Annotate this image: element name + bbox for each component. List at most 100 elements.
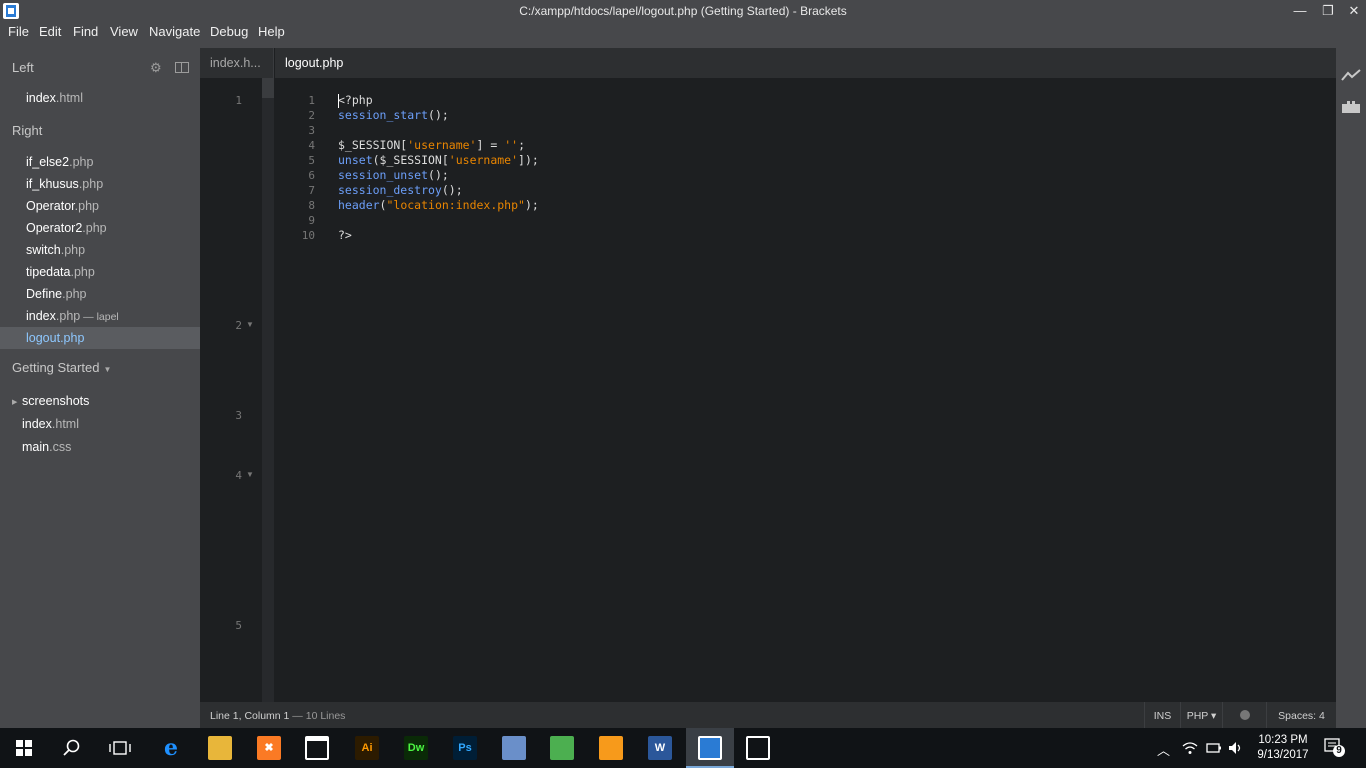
task-view-icon[interactable] — [109, 740, 131, 756]
uc-browser-icon[interactable] — [599, 736, 623, 760]
working-file-item[interactable]: Operator.php — [26, 199, 99, 213]
line-number: 5 — [308, 154, 315, 167]
working-file-item[interactable]: index.html — [26, 91, 83, 105]
menu-debug[interactable]: Debug — [210, 24, 248, 39]
live-preview-icon[interactable] — [1341, 68, 1361, 82]
illustrator-icon[interactable]: Ai — [355, 736, 379, 760]
working-file-item[interactable]: Define.php — [26, 287, 86, 301]
gear-icon[interactable]: ⚙ — [150, 60, 162, 76]
code-token: ]); — [518, 153, 539, 167]
left-editor-pane: index.h... 1 2 ▼ 3 4 ▼ 5 — [200, 48, 274, 702]
photoshop-icon[interactable]: Ps — [453, 736, 477, 760]
code-token: $_SESSION[ — [338, 138, 408, 152]
sublime-text-icon[interactable] — [550, 736, 574, 760]
chevron-down-icon: ▼ — [103, 365, 112, 374]
minimize-button[interactable]: — — [1286, 0, 1314, 22]
menu-edit[interactable]: Edit — [39, 24, 61, 39]
fold-arrow-icon[interactable]: ▼ — [246, 470, 254, 479]
code-line[interactable]: <?php — [338, 93, 373, 107]
menu-navigate[interactable]: Navigate — [149, 24, 200, 39]
brackets-taskbar-icon[interactable] — [698, 736, 722, 760]
tab-left-file[interactable]: index.h... — [200, 48, 273, 78]
code-line[interactable]: session_destroy(); — [338, 183, 463, 197]
code-token: '' — [504, 138, 519, 152]
tree-folder-item[interactable]: screenshots — [22, 394, 89, 408]
menu-find[interactable]: Find — [73, 24, 98, 39]
cursor-position[interactable]: Line 1, Column 1 — 10 Lines — [210, 710, 345, 722]
menu-help[interactable]: Help — [258, 24, 285, 39]
split-view-icon[interactable] — [175, 62, 189, 73]
virtualbox-icon[interactable] — [502, 736, 526, 760]
windows-start-icon[interactable] — [16, 740, 32, 756]
working-file-item[interactable]: switch.php — [26, 243, 85, 257]
code-line[interactable]: unset($_SESSION['username']); — [338, 153, 539, 167]
word-icon[interactable]: W — [648, 736, 672, 760]
code-line[interactable]: $_SESSION['username'] = ''; — [338, 138, 525, 152]
language-select[interactable]: PHP ▾ — [1180, 702, 1222, 728]
working-files-left-heading: Left — [12, 60, 34, 75]
file-explorer-icon[interactable] — [208, 736, 232, 760]
clock-time: 10:23 PM — [1258, 734, 1308, 746]
text-cursor — [338, 94, 339, 108]
insert-mode-toggle[interactable]: INS — [1144, 702, 1180, 728]
fold-arrow-icon[interactable]: ▼ — [246, 320, 254, 329]
working-file-item[interactable]: if_else2.php — [26, 155, 93, 169]
linter-status[interactable] — [1222, 702, 1266, 728]
left-scroll-strip[interactable] — [262, 78, 274, 702]
code-line[interactable]: session_start(); — [338, 108, 449, 122]
code-line[interactable]: header("location:index.php"); — [338, 198, 539, 212]
menu-file[interactable]: File — [8, 24, 29, 39]
wifi-icon[interactable] — [1182, 741, 1198, 755]
main-editor-pane: logout.php 1 2 3 4 5 6 7 8 9 10 <?php se… — [275, 48, 1336, 702]
code-token: unset — [338, 153, 373, 167]
store-icon[interactable] — [305, 736, 329, 760]
code-token: ?> — [338, 228, 352, 242]
xampp-icon[interactable]: ✖ — [257, 736, 281, 760]
working-file-item[interactable]: tipedata.php — [26, 265, 95, 279]
code-token: "location:index.php" — [386, 198, 525, 212]
notification-count: 9 — [1336, 745, 1342, 756]
working-file-item[interactable]: index.php — lapel — [26, 309, 119, 323]
code-token: (); — [441, 183, 463, 197]
line-number: 4 — [235, 469, 242, 482]
right-toolbar — [1336, 48, 1366, 728]
dreamweaver-icon[interactable]: Dw — [404, 736, 428, 760]
line-number: 9 — [308, 214, 315, 227]
menu-view[interactable]: View — [110, 24, 138, 39]
lint-dot-icon — [1239, 710, 1250, 720]
battery-icon[interactable] — [1206, 742, 1222, 754]
notification-center-icon[interactable]: 9 — [1324, 738, 1346, 758]
line-number: 1 — [235, 94, 242, 107]
photos-icon[interactable] — [746, 736, 770, 760]
extension-manager-icon[interactable] — [1341, 100, 1361, 114]
working-file-item[interactable]: if_khusus.php — [26, 177, 103, 191]
code-token: session_start — [338, 108, 429, 122]
indent-setting[interactable]: Spaces: 4 — [1266, 702, 1336, 728]
working-file-item[interactable]: Operator2.php — [26, 221, 107, 235]
left-gutter: 1 2 ▼ 3 4 ▼ 5 — [200, 78, 262, 702]
line-number: 3 — [308, 124, 315, 137]
project-dropdown[interactable]: Getting Started ▼ — [12, 360, 111, 375]
close-button[interactable]: ✕ — [1340, 0, 1366, 22]
code-token: ); — [524, 198, 539, 212]
code-editor[interactable]: 1 2 3 4 5 6 7 8 9 10 <?php session_start… — [275, 78, 1336, 702]
code-line[interactable]: ?> — [338, 228, 352, 242]
chevron-up-icon[interactable]: ︿ — [1157, 740, 1170, 759]
tab-logout-php[interactable]: logout.php — [275, 48, 1336, 78]
taskbar-clock[interactable]: 10:23 PM 9/13/2017 — [1252, 733, 1314, 763]
tree-file-item[interactable]: index.html — [22, 417, 79, 431]
window-title: C:/xampp/htdocs/lapel/logout.php (Gettin… — [519, 4, 847, 18]
windows-taskbar: e ✖ Ai Dw Ps W ︿ 10:23 PM 9/13/2017 9 — [0, 728, 1366, 768]
code-token: (); — [428, 108, 449, 122]
folder-expand-icon[interactable]: ▶ — [12, 398, 17, 406]
working-file-item-active[interactable]: logout.php — [26, 331, 84, 345]
status-bar: Line 1, Column 1 — 10 Lines INS PHP ▾ Sp… — [200, 702, 1336, 728]
volume-icon[interactable] — [1228, 741, 1244, 755]
line-number: 8 — [308, 199, 315, 212]
edge-browser-icon[interactable]: e — [159, 736, 183, 760]
search-icon[interactable] — [63, 739, 81, 757]
restore-button[interactable]: ❐ — [1314, 0, 1342, 22]
line-number: 2 — [308, 109, 315, 122]
code-line[interactable]: session_unset(); — [338, 168, 449, 182]
tree-file-item[interactable]: main.css — [22, 440, 71, 454]
